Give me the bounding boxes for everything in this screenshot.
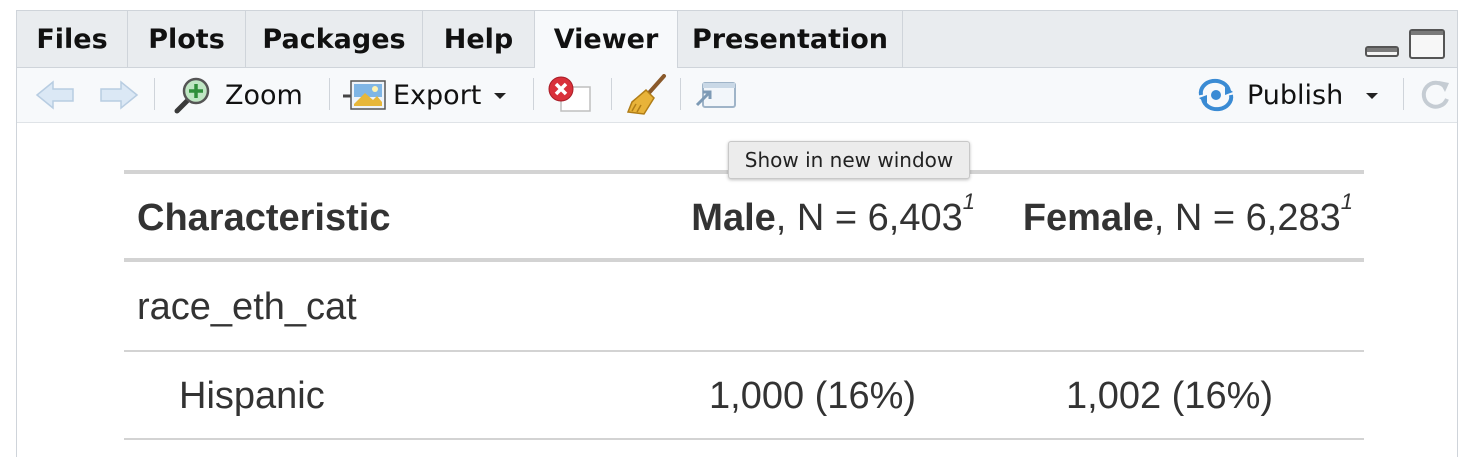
toolbar-separator <box>533 78 534 110</box>
toolbar-separator <box>154 78 155 110</box>
toolbar-separator <box>1403 78 1404 110</box>
zoom-button[interactable]: Zoom <box>173 68 303 122</box>
toolbar-separator <box>611 78 612 110</box>
row-female-hispanic: 1,002 (16%) <box>1066 375 1274 417</box>
publish-label: Publish <box>1247 79 1344 111</box>
viewer-pane: Files Plots Packages Help Viewer Present… <box>16 10 1458 457</box>
zoom-magnifier-icon <box>174 77 210 114</box>
tab-bar: Files Plots Packages Help Viewer Present… <box>17 11 1457 68</box>
tab-help[interactable]: Help <box>423 11 535 67</box>
show-in-new-window-button[interactable] <box>695 68 737 122</box>
new-window-icon <box>695 82 736 108</box>
viewer-toolbar: Zoom Export Publish <box>17 68 1457 123</box>
clear-viewer-button[interactable] <box>547 68 593 122</box>
minimize-pane-icon[interactable] <box>1365 33 1401 59</box>
forward-button[interactable] <box>99 68 139 122</box>
tab-packages[interactable]: Packages <box>246 11 423 67</box>
tab-presentation[interactable]: Presentation <box>678 11 903 67</box>
close-x-icon <box>548 76 591 112</box>
publish-icon <box>1198 78 1234 112</box>
tab-files[interactable]: Files <box>17 11 128 67</box>
clear-all-button[interactable] <box>626 68 668 122</box>
refresh-icon <box>1421 80 1449 109</box>
export-button[interactable]: Export <box>343 68 515 122</box>
tab-viewer[interactable]: Viewer <box>535 11 678 68</box>
tooltip-show-in-new-window: Show in new window <box>728 141 970 179</box>
broom-icon <box>626 74 666 115</box>
row-divider <box>124 438 1364 440</box>
header-female: Female, N = 6,2831 <box>1022 189 1353 239</box>
header-male: Male, N = 6,4031 <box>691 189 975 239</box>
arrow-right-icon <box>100 80 139 110</box>
maximize-pane-icon[interactable] <box>1409 29 1447 61</box>
export-image-icon <box>343 80 386 110</box>
header-bottom-border <box>124 258 1364 262</box>
row-male-hispanic: 1,000 (16%) <box>709 375 917 417</box>
header-characteristic: Characteristic <box>137 197 391 239</box>
export-label: Export <box>393 79 482 111</box>
group-label: race_eth_cat <box>137 286 357 328</box>
tab-plots[interactable]: Plots <box>128 11 246 67</box>
row-divider <box>124 350 1364 352</box>
back-button[interactable] <box>35 68 75 122</box>
toolbar-separator <box>680 78 681 110</box>
toolbar-separator <box>329 78 330 110</box>
chevron-down-icon <box>1366 93 1379 99</box>
zoom-label: Zoom <box>225 79 303 111</box>
row-label-hispanic: Hispanic <box>179 375 325 417</box>
arrow-left-icon <box>35 80 74 110</box>
refresh-button[interactable] <box>1417 68 1453 122</box>
chevron-down-icon <box>494 93 507 99</box>
publish-button[interactable]: Publish <box>1195 68 1387 122</box>
